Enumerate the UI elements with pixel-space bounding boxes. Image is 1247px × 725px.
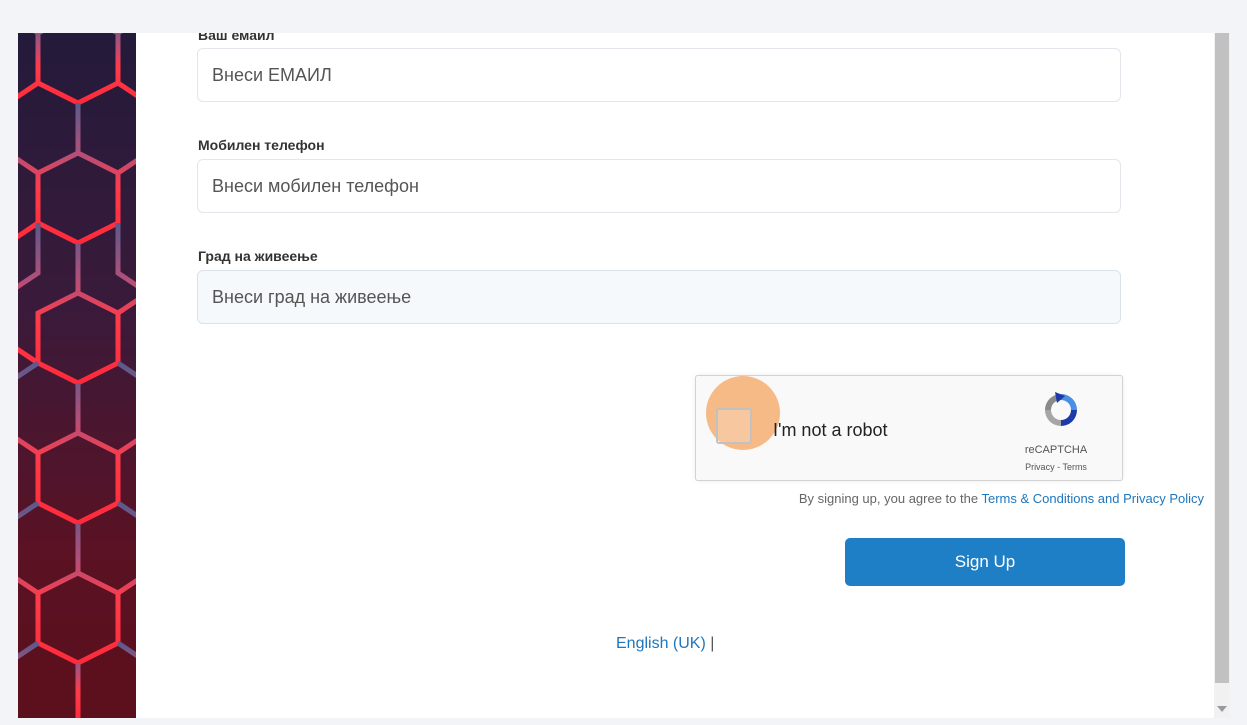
- recaptcha-links: Privacy - Terms: [1006, 462, 1106, 472]
- city-label: Град на живеење: [198, 248, 318, 264]
- signup-form: Ваш емаил Внеси ЕМАИЛ Мобилен телефон Вн…: [136, 33, 1214, 718]
- phone-label: Мобилен телефон: [198, 137, 325, 153]
- hexagon-pattern: [18, 33, 136, 718]
- hexagon-pattern-panel: [18, 33, 136, 718]
- recaptcha-widget: I'm not a robot reCAPTCHA Privacy - Term…: [695, 375, 1123, 481]
- language-selector: English (UK) |: [616, 635, 714, 653]
- vertical-scrollbar[interactable]: [1214, 33, 1230, 718]
- language-link[interactable]: English (UK): [616, 635, 706, 652]
- city-field[interactable]: Внеси град на живеење: [197, 270, 1121, 324]
- recaptcha-checkbox[interactable]: [716, 408, 752, 444]
- terms-link[interactable]: Terms & Conditions and Privacy Policy: [981, 491, 1204, 506]
- phone-field[interactable]: Внеси мобилен телефон: [197, 159, 1121, 213]
- email-label: Ваш емаил: [198, 33, 275, 43]
- language-separator: |: [710, 635, 715, 652]
- recaptcha-privacy-link[interactable]: Privacy: [1025, 462, 1055, 472]
- recaptcha-logo-icon: [1045, 392, 1077, 426]
- agreement-prefix: By signing up, you agree to the: [798, 491, 979, 506]
- recaptcha-label: I'm not a robot: [773, 420, 888, 440]
- agreement-text: By signing up, you agree to the Terms & …: [799, 491, 1204, 506]
- signup-page: Ваш емаил Внеси ЕМАИЛ Мобилен телефон Вн…: [18, 33, 1214, 718]
- email-field[interactable]: Внеси ЕМАИЛ: [197, 48, 1121, 102]
- scrollbar-thumb[interactable]: [1215, 33, 1229, 683]
- recaptcha-terms-link[interactable]: Terms: [1062, 462, 1087, 472]
- scroll-down-arrow-icon[interactable]: [1217, 706, 1227, 712]
- recaptcha-brand: reCAPTCHA: [1024, 444, 1088, 456]
- sign-up-button[interactable]: Sign Up: [845, 538, 1125, 586]
- recaptcha-links-separator: -: [1057, 462, 1061, 472]
